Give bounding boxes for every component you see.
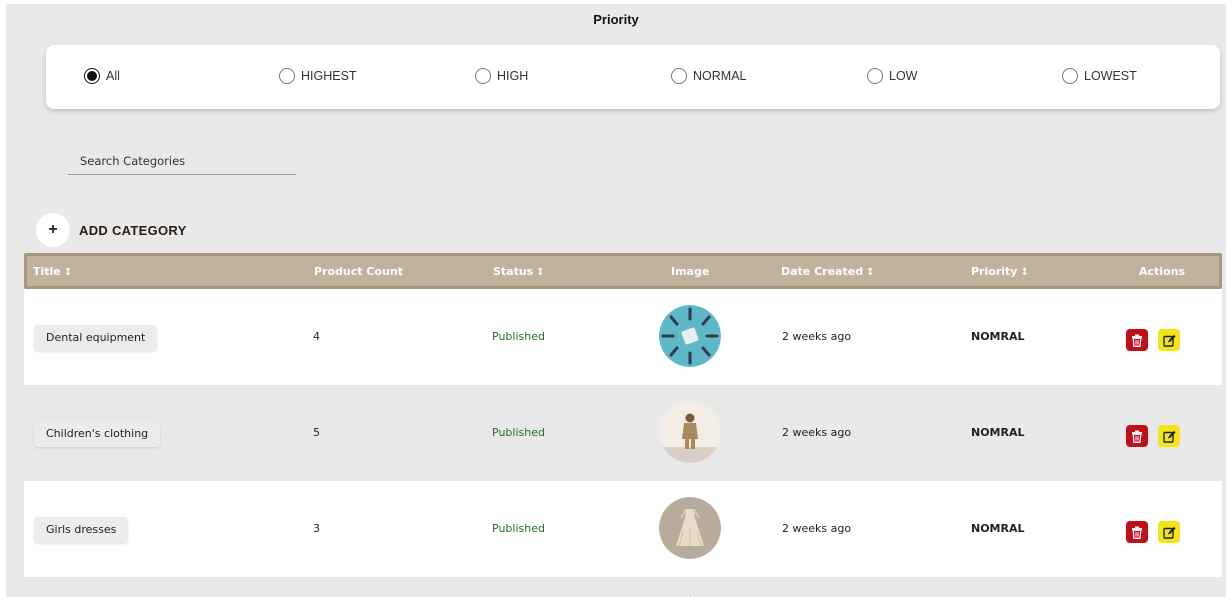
radio-unchecked-icon[interactable] xyxy=(671,68,687,84)
delete-button[interactable] xyxy=(1126,329,1148,351)
date-created: 2 weeks ago xyxy=(782,426,852,439)
trash-icon xyxy=(1132,430,1142,443)
radio-normal[interactable]: NORMAL xyxy=(671,68,746,84)
radio-all[interactable]: All xyxy=(84,68,120,84)
trash-icon xyxy=(1132,526,1142,539)
child-outfit-image xyxy=(659,401,721,463)
radio-low[interactable]: LOW xyxy=(867,68,917,84)
radio-label: HIGHEST xyxy=(301,69,357,83)
date-created: 2 weeks ago xyxy=(782,522,852,535)
priority-title: Priority xyxy=(593,12,639,27)
edit-button[interactable] xyxy=(1158,521,1180,543)
radio-unchecked-icon[interactable] xyxy=(475,68,491,84)
delete-button[interactable] xyxy=(1126,425,1148,447)
product-count: 4 xyxy=(313,330,320,343)
next-row-image-peek xyxy=(668,591,708,597)
priority-value: NOMRAL xyxy=(971,426,1025,439)
dental-tools-image xyxy=(659,305,721,367)
priority-value: NOMRAL xyxy=(971,330,1025,343)
table-row: Girls dresses 3 Published 2 weeks ago NO… xyxy=(24,481,1222,577)
edit-button[interactable] xyxy=(1158,329,1180,351)
radio-label: LOWEST xyxy=(1084,69,1137,83)
sort-icon[interactable]: ↕ xyxy=(536,267,544,278)
radio-unchecked-icon[interactable] xyxy=(867,68,883,84)
header-title[interactable]: Title ↕ xyxy=(33,265,72,278)
category-title-chip[interactable]: Children's clothing xyxy=(34,421,161,447)
category-title-chip[interactable]: Girls dresses xyxy=(34,517,129,543)
radio-label: LOW xyxy=(889,69,918,83)
edit-button[interactable] xyxy=(1158,425,1180,447)
product-count: 5 xyxy=(313,426,320,439)
sort-icon[interactable]: ↕ xyxy=(64,267,72,278)
table-row: Children's clothing 5 Published 2 weeks … xyxy=(24,385,1222,481)
delete-button[interactable] xyxy=(1126,521,1148,543)
header-product-count: Product Count xyxy=(314,265,403,278)
date-created: 2 weeks ago xyxy=(782,330,852,343)
radio-label: All xyxy=(106,69,120,83)
edit-icon xyxy=(1162,526,1176,539)
header-status[interactable]: Status ↕ xyxy=(493,265,545,278)
add-category-label[interactable]: ADD CATEGORY xyxy=(79,223,187,238)
category-page: Priority All HIGHEST HIGH NORMAL LOW LOW… xyxy=(6,4,1226,597)
edit-icon xyxy=(1162,334,1176,347)
table-header: Title ↕ Product Count Status ↕ Image Date … xyxy=(24,253,1222,289)
trash-icon xyxy=(1132,334,1142,347)
status-text: Published xyxy=(492,426,545,439)
status-text: Published xyxy=(492,330,545,343)
header-priority[interactable]: Priority ↕ xyxy=(971,265,1029,278)
edit-icon xyxy=(1162,430,1176,443)
radio-unchecked-icon[interactable] xyxy=(1062,68,1078,84)
radio-label: HIGH xyxy=(497,69,529,83)
radio-lowest[interactable]: LOWEST xyxy=(1062,68,1137,84)
priority-filter: All HIGHEST HIGH NORMAL LOW LOWEST xyxy=(46,45,1220,109)
categories-table: Title ↕ Product Count Status ↕ Image Date … xyxy=(24,253,1222,577)
radio-high[interactable]: HIGH xyxy=(475,68,528,84)
radio-checked-icon[interactable] xyxy=(84,68,100,84)
add-category-button[interactable]: + ADD CATEGORY xyxy=(36,213,187,247)
header-date-created[interactable]: Date Created ↕ xyxy=(781,265,874,278)
table-row: Dental equipment 4 Published 2 weeks ago… xyxy=(24,289,1222,385)
category-title-chip[interactable]: Dental equipment xyxy=(34,325,158,351)
girl-dress-image xyxy=(659,497,721,559)
product-count: 3 xyxy=(313,522,320,535)
plus-icon[interactable]: + xyxy=(36,213,70,247)
header-image: Image xyxy=(671,265,710,278)
sort-icon[interactable]: ↕ xyxy=(1020,267,1028,278)
priority-value: NOMRAL xyxy=(971,522,1025,535)
sort-icon[interactable]: ↕ xyxy=(866,267,874,278)
header-actions: Actions xyxy=(1139,265,1185,278)
radio-highest[interactable]: HIGHEST xyxy=(279,68,357,84)
radio-label: NORMAL xyxy=(693,69,747,83)
radio-unchecked-icon[interactable] xyxy=(279,68,295,84)
search-categories-input[interactable] xyxy=(68,147,296,175)
status-text: Published xyxy=(492,522,545,535)
